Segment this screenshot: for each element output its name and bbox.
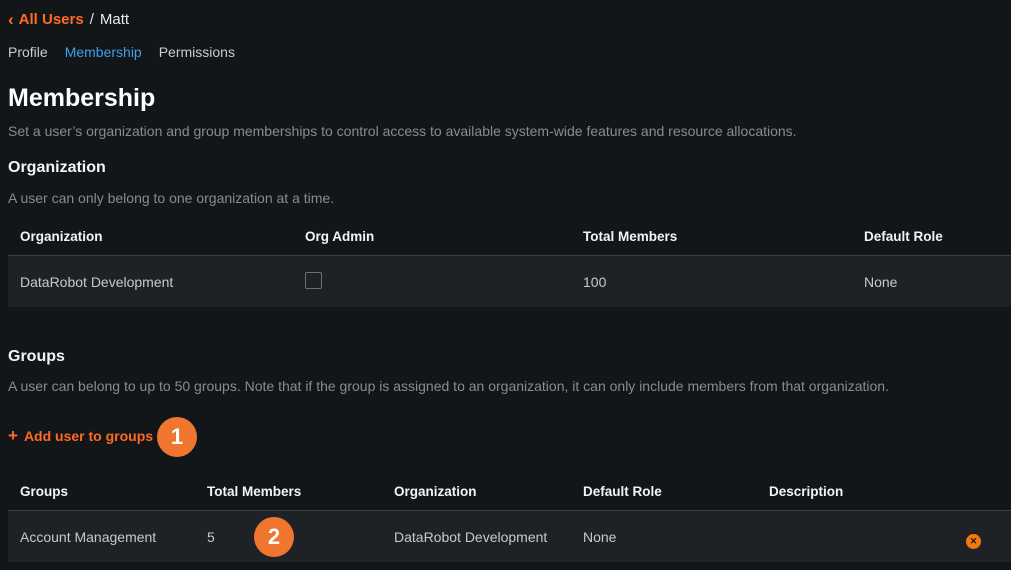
org-col-total-members: Total Members — [583, 229, 864, 244]
groups-table: Groups Total Members Organization Defaul… — [8, 473, 1011, 562]
chevron-left-icon[interactable]: ‹ — [8, 11, 14, 28]
add-user-to-groups-button[interactable]: + Add user to groups — [8, 427, 153, 444]
org-col-organization: Organization — [20, 229, 305, 244]
organization-section-description: A user can only belong to one organizati… — [8, 190, 334, 206]
tab-profile[interactable]: Profile — [8, 44, 48, 60]
page-description: Set a user’s organization and group memb… — [8, 123, 797, 139]
organization-table-row: DataRobot Development 100 None — [8, 255, 1011, 307]
organization-section-title: Organization — [8, 159, 106, 177]
groups-table-header: Groups Total Members Organization Defaul… — [8, 473, 1011, 510]
annotation-badge-1: 1 — [157, 417, 197, 457]
page-title: Membership — [8, 84, 155, 113]
grp-col-groups: Groups — [20, 484, 207, 499]
breadcrumb: ‹ All Users / Matt — [8, 11, 129, 28]
org-col-org-admin: Org Admin — [305, 229, 583, 244]
grp-col-total-members: Total Members — [207, 484, 394, 499]
grp-row-name: Account Management — [20, 529, 207, 545]
grp-row-total-members: 5 — [207, 529, 394, 545]
grp-row-default-role: None — [583, 529, 769, 545]
org-row-default-role: None — [864, 274, 1011, 290]
groups-section-description: A user can belong to up to 50 groups. No… — [8, 378, 889, 394]
groups-table-row: Account Management 5 DataRobot Developme… — [8, 510, 1011, 562]
organization-table-header: Organization Org Admin Total Members Def… — [8, 218, 1011, 255]
grp-row-organization: DataRobot Development — [394, 529, 583, 545]
grp-col-organization: Organization — [394, 484, 583, 499]
annotation-badge-2: 2 — [254, 517, 294, 557]
plus-icon: + — [8, 427, 18, 444]
org-col-default-role: Default Role — [864, 229, 1011, 244]
org-row-name: DataRobot Development — [20, 274, 305, 290]
grp-col-description: Description — [769, 484, 1011, 499]
tab-membership[interactable]: Membership — [65, 44, 142, 60]
breadcrumb-separator: / — [90, 11, 94, 28]
remove-group-icon[interactable]: ✕ — [966, 534, 981, 549]
groups-section-title: Groups — [8, 348, 65, 366]
org-row-total-members: 100 — [583, 274, 864, 290]
add-user-to-groups-label: Add user to groups — [24, 428, 153, 444]
org-admin-checkbox[interactable] — [305, 272, 322, 289]
grp-col-default-role: Default Role — [583, 484, 769, 499]
tab-permissions[interactable]: Permissions — [159, 44, 235, 60]
breadcrumb-all-users-link[interactable]: All Users — [19, 11, 84, 28]
breadcrumb-current-user: Matt — [100, 11, 129, 28]
user-tabs: Profile Membership Permissions — [8, 44, 235, 60]
membership-page: ‹ All Users / Matt Profile Membership Pe… — [0, 0, 1011, 570]
organization-table: Organization Org Admin Total Members Def… — [8, 218, 1011, 307]
